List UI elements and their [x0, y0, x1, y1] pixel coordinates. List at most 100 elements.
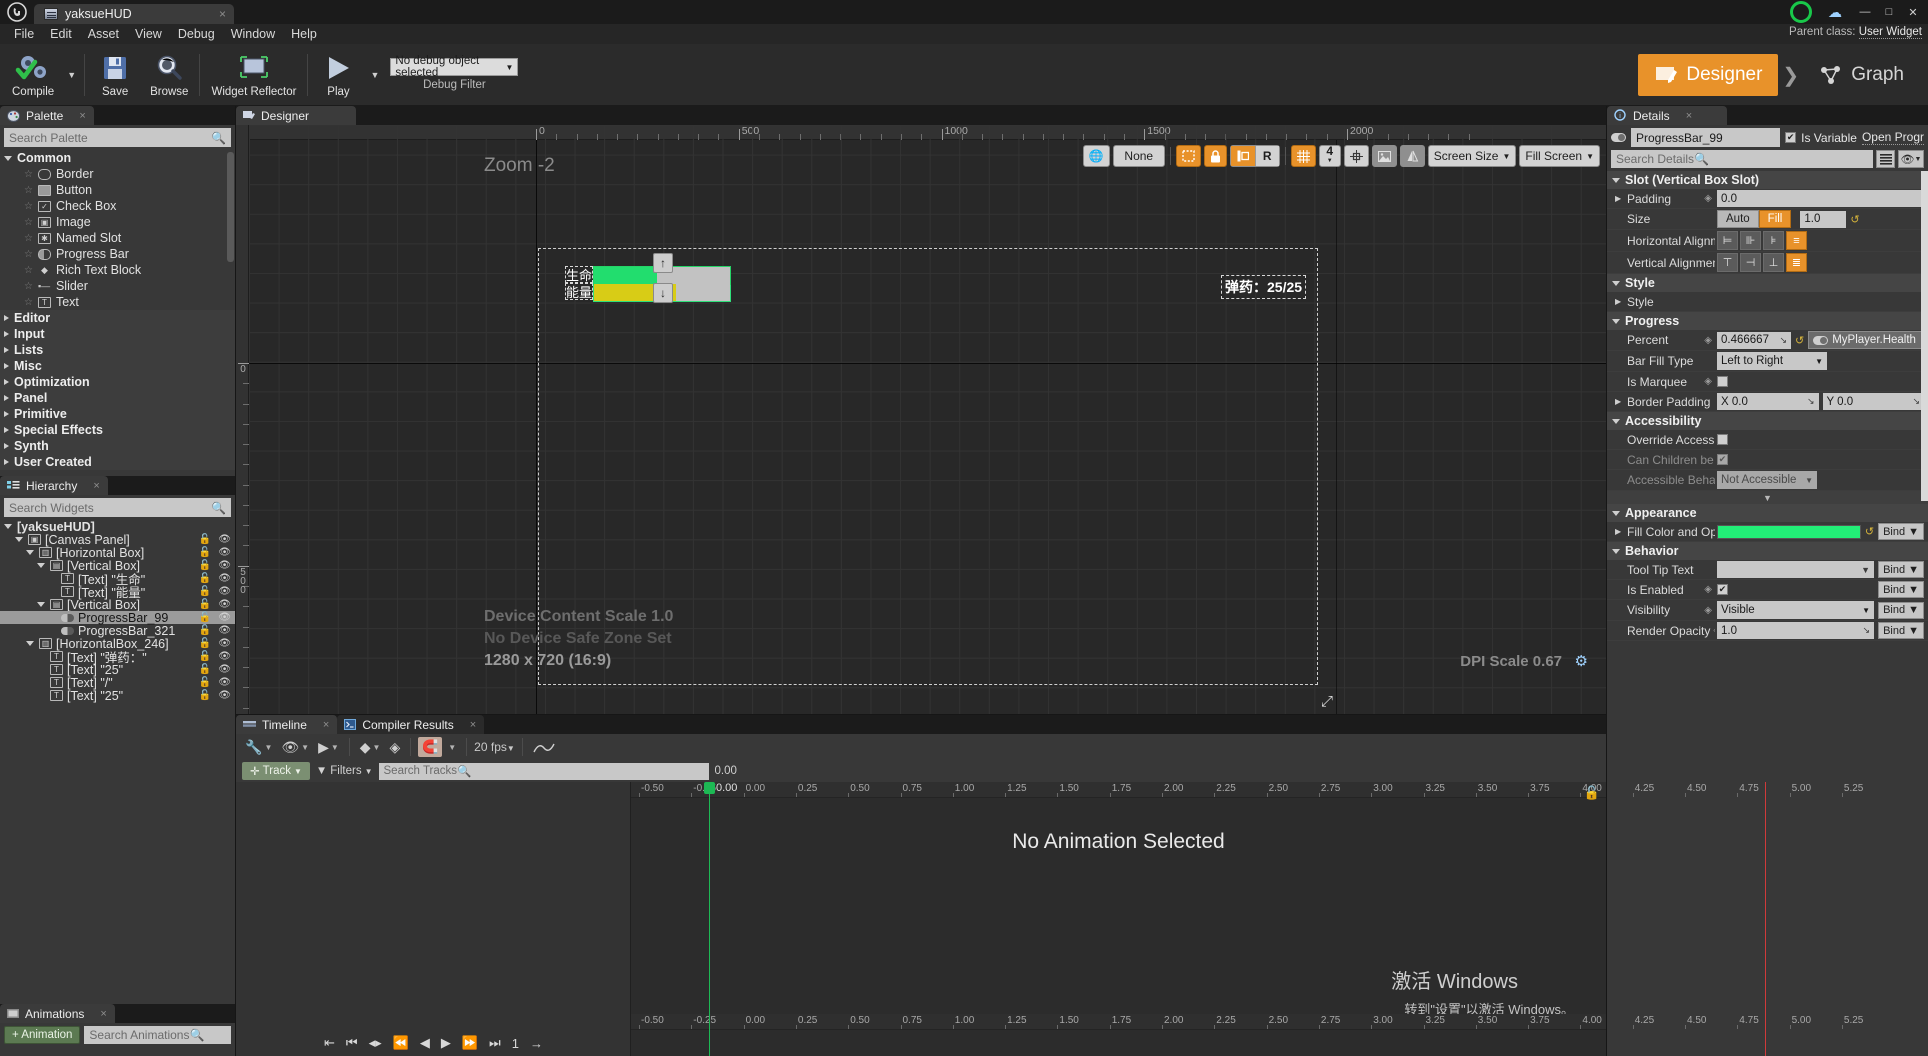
bind-pin-icon[interactable]: ◈	[1704, 376, 1715, 387]
eye-icon[interactable]: 👁	[218, 651, 231, 662]
lock-icon[interactable]: 🔓	[199, 677, 211, 688]
spinner-icon[interactable]: ↘	[1779, 335, 1787, 346]
dashed-outline-icon[interactable]	[1175, 145, 1201, 167]
details-section-header[interactable]: Appearance	[1607, 504, 1928, 522]
hierarchy-item-controls[interactable]: 🔓 👁	[199, 677, 231, 688]
chevron-right-icon[interactable]: ▶	[1615, 527, 1624, 536]
spinner-icon[interactable]: ↘	[1912, 396, 1920, 407]
close-icon[interactable]: ×	[100, 1008, 106, 1020]
visibility-select[interactable]: Visible ▼	[1717, 601, 1875, 619]
curve-editor-icon[interactable]	[530, 739, 558, 756]
palette-category-input[interactable]: Input	[0, 326, 235, 342]
palette-list[interactable]: Common ☆ Border ☆ Button ☆ ✓ Check Box ☆ ▣ Ima…	[0, 150, 235, 476]
open-progress-bar-link[interactable]: Open Progr	[1861, 130, 1924, 145]
hierarchy-item-controls[interactable]: 🔓 👁	[199, 573, 231, 584]
close-icon[interactable]: ×	[93, 480, 99, 492]
favorite-star-icon[interactable]: ☆	[24, 297, 33, 308]
spinner-icon[interactable]: ↘	[1807, 396, 1815, 407]
search-icon[interactable]: 🔍	[189, 1028, 204, 1042]
menu-asset[interactable]: Asset	[80, 25, 127, 43]
lock-icon[interactable]: 🔓	[199, 651, 211, 662]
lock-icon[interactable]: 🔓	[199, 586, 211, 597]
property-input[interactable]: 0.0	[1717, 190, 1924, 207]
spinner-icon[interactable]: ↘	[1863, 625, 1871, 636]
magnet-icon[interactable]: 🧲	[418, 737, 443, 757]
hierarchy-item-controls[interactable]: 🔓 👁	[199, 560, 231, 571]
details-visibility-filter-button[interactable]: 👁 ▼	[1898, 150, 1924, 168]
bind-button[interactable]: Bind ▼	[1878, 523, 1924, 540]
revert-icon[interactable]: ↺	[1850, 213, 1859, 226]
palette-category-lists[interactable]: Lists	[0, 342, 235, 358]
palette-category-misc[interactable]: Misc	[0, 358, 235, 374]
minimize-button[interactable]: —	[1854, 3, 1876, 21]
hierarchy-item-controls[interactable]: 🔓 👁	[199, 651, 231, 662]
close-icon[interactable]: ×	[1686, 110, 1692, 122]
bind-button[interactable]: Bind ▼	[1878, 581, 1924, 598]
favorite-star-icon[interactable]: ☆	[24, 281, 33, 292]
snap-options-dropdown[interactable]: ▼	[445, 741, 459, 754]
hud-label-energy[interactable]: 能量	[565, 283, 593, 300]
hierarchy-item[interactable]: ▣ [Canvas Panel] 🔓 👁	[0, 533, 235, 547]
chevron-right-icon[interactable]: ▶	[1615, 297, 1624, 306]
hierarchy-item-controls[interactable]: 🔓 👁	[199, 612, 231, 623]
add-track-button[interactable]: ✛ Track ▼	[242, 762, 310, 780]
keyframe-icon[interactable]: ◆ ▼	[357, 737, 384, 758]
palette-category-synth[interactable]: Synth	[0, 438, 235, 454]
playback-direction-button[interactable]: →	[530, 1036, 543, 1051]
compile-dropdown-icon[interactable]: ▼	[62, 46, 81, 104]
search-icon[interactable]: 🔍	[211, 501, 226, 515]
tab-palette[interactable]: Palette ×	[0, 106, 94, 125]
align-right-button[interactable]: ⊧	[1763, 231, 1784, 250]
size-rule-toggle[interactable]: Auto Fill	[1717, 210, 1792, 228]
details-scrollbar[interactable]	[1921, 171, 1928, 501]
play-forward-button[interactable]: ▶	[441, 1035, 451, 1051]
tab-designer[interactable]: Designer	[236, 106, 356, 125]
eye-icon[interactable]: 👁 ▼	[278, 737, 312, 758]
fill-mode-select[interactable]: Fill Screen ▼	[1519, 145, 1600, 167]
tab-timeline[interactable]: Timeline ×	[236, 715, 338, 734]
palette-item-text[interactable]: ☆ T Text	[0, 294, 235, 310]
eye-icon[interactable]: 👁	[218, 586, 231, 597]
snap-to-widget-icon[interactable]	[1230, 146, 1255, 166]
nudge-up-button[interactable]: ↑	[653, 253, 673, 273]
lock-icon[interactable]	[1203, 145, 1227, 167]
search-icon[interactable]: 🔍	[211, 131, 226, 145]
lock-icon[interactable]: 🔓	[199, 664, 211, 675]
grid-snap-icon[interactable]	[1290, 145, 1316, 167]
tooltip-text-input[interactable]: ▼	[1717, 561, 1875, 578]
play-button[interactable]: Play	[311, 46, 365, 104]
favorite-star-icon[interactable]: ☆	[24, 201, 33, 212]
palette-category-primitive[interactable]: Primitive	[0, 406, 235, 422]
size-value-input[interactable]: 1.0	[1800, 210, 1847, 228]
object-name-input[interactable]: ProgressBar_99	[1631, 128, 1781, 147]
timeline-ruler-bottom[interactable]: -0.50 -0.25 0.00 0.25 0.50 0.75 1.00 1.25 1.50 1.…	[631, 1014, 1863, 1030]
add-animation-button[interactable]: + Animation	[4, 1026, 81, 1044]
tab-details[interactable]: i Details ×	[1607, 106, 1727, 125]
details-properties-list[interactable]: Slot (Vertical Box Slot) ▶ Padding ◈ 0.0 Size…	[1607, 171, 1928, 1056]
lock-icon[interactable]: 🔓	[199, 573, 211, 584]
next-key-button[interactable]: ⏭	[489, 1035, 501, 1051]
hierarchy-item[interactable]: T [Text] "能量" 🔓 👁	[0, 585, 235, 600]
property-checkbox[interactable]	[1717, 376, 1728, 387]
align-fill-button[interactable]: ≣	[1786, 253, 1807, 272]
hierarchy-item[interactable]: T [Text] "25" 🔓 👁	[0, 663, 235, 677]
save-button[interactable]: Save	[88, 46, 142, 104]
hierarchy-item-controls[interactable]: 🔓 👁	[199, 599, 231, 610]
tab-hierarchy[interactable]: Hierarchy ×	[0, 476, 108, 495]
maximize-button[interactable]: □	[1878, 3, 1900, 21]
chevron-right-icon[interactable]: ▶	[1615, 194, 1624, 203]
play-icon[interactable]: ▶ ▼	[315, 737, 342, 758]
align-middle-button[interactable]: ⊣	[1740, 253, 1761, 272]
close-icon[interactable]: ×	[219, 7, 226, 21]
step-forward-button[interactable]: ⏩	[462, 1035, 478, 1051]
palette-category-optimization[interactable]: Optimization	[0, 374, 235, 390]
step-back-button[interactable]: ⏪	[393, 1035, 409, 1051]
close-icon[interactable]: ×	[79, 110, 85, 122]
grid-snap-size-stepper[interactable]: 4 ▼	[1318, 145, 1341, 167]
palette-category-special-effects[interactable]: Special Effects	[0, 422, 235, 438]
lock-icon[interactable]: 🔓	[199, 547, 211, 558]
bind-pin-icon[interactable]: ◈	[1704, 335, 1715, 346]
widget-reflector-button[interactable]: Widget Reflector	[203, 46, 304, 104]
asset-tab-yaksuehud[interactable]: yaksueHUD ×	[34, 4, 234, 24]
lock-icon[interactable]: 🔓	[199, 612, 211, 623]
